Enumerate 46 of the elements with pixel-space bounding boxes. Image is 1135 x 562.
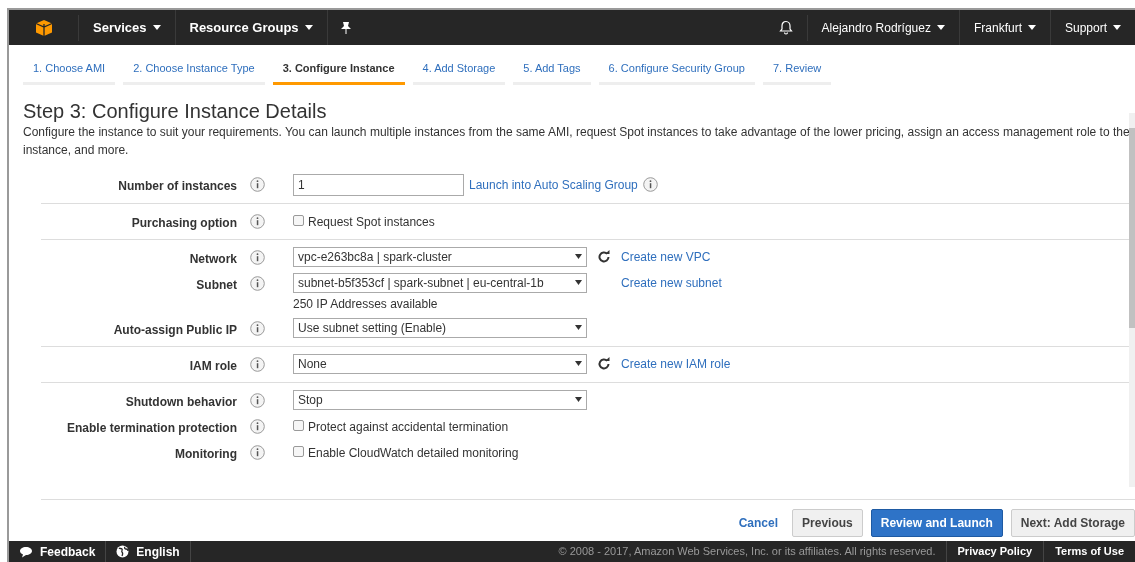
nav-menu[interactable]: Services <box>79 10 176 45</box>
step-tab[interactable]: 4. Add Storage <box>412 56 506 85</box>
link[interactable]: Create new VPC <box>621 247 711 266</box>
step-tab[interactable]: 5. Add Tags <box>513 56 591 85</box>
select-dropdown[interactable]: Use subnet setting (Enable) <box>293 317 587 338</box>
checkbox-label: Request Spot instances <box>308 213 435 231</box>
page-heading: Step 3: Configure Instance Details <box>23 98 328 123</box>
select-dropdown[interactable]: vpc-e263bc8a | spark-cluster <box>293 246 587 267</box>
text-input[interactable]: 1 <box>293 173 464 196</box>
action-button[interactable]: Previous <box>792 508 863 537</box>
link[interactable]: Launch into Auto Scaling Group <box>469 175 638 194</box>
step-tab[interactable]: 2. Choose Instance Type <box>123 56 265 85</box>
step-tab[interactable]: 7. Review <box>762 56 832 85</box>
checkbox-label: Protect against accidental termination <box>308 418 509 436</box>
checkbox-label: Enable CloudWatch detailed monitoring <box>308 444 519 462</box>
nav-menu[interactable]: Alejandro Rodríguez <box>807 10 960 45</box>
field-label: Auto-assign Public IP <box>112 321 237 339</box>
availability-note: 250 IP Addresses available <box>293 295 439 313</box>
field-label: Monitoring <box>174 445 237 463</box>
footer-button[interactable]: English <box>106 541 191 562</box>
cancel-link[interactable]: Cancel <box>732 508 785 537</box>
link[interactable]: Create new subnet <box>621 273 722 292</box>
select-dropdown[interactable]: None <box>293 353 587 374</box>
select-dropdown[interactable]: subnet-b5f353cf | spark-subnet | eu-central-1b <box>293 272 587 293</box>
link[interactable]: Create new IAM role <box>621 354 731 373</box>
description-text: Configure the instance to suit your requirements. You can launch multiple instances from the same AMI, request Spot instances to take advantage of the lower pricing, assign an access management role to the instance, and more. <box>23 123 1131 159</box>
select-dropdown[interactable]: Stop <box>293 389 587 410</box>
field-label: Network <box>188 250 237 268</box>
action-button[interactable]: Review and Launch <box>870 508 1003 537</box>
copyright-text: © 2008 - 2017, Amazon Web Services, Inc. or its affiliates. All rights reserved. <box>558 544 937 560</box>
field-label: Number of instances <box>117 177 237 195</box>
footer-link[interactable]: Privacy Policy <box>945 541 1044 562</box>
nav-menu[interactable]: Frankfurt <box>959 10 1051 45</box>
footer-button[interactable]: Feedback <box>9 541 107 562</box>
nav-menu[interactable]: Support <box>1050 10 1135 45</box>
step-tab[interactable]: 6. Configure Security Group <box>598 56 755 85</box>
action-button[interactable]: Next: Add Storage <box>1010 508 1135 537</box>
field-label: Shutdown behavior <box>124 393 237 411</box>
field-label: IAM role <box>188 357 237 375</box>
step-tab[interactable]: 1. Choose AMI <box>23 56 116 85</box>
field-label: Purchasing option <box>130 214 237 232</box>
footer-link[interactable]: Terms of Use <box>1043 541 1135 562</box>
nav-menu[interactable]: Resource Groups <box>175 10 328 45</box>
step-tab[interactable]: 3. Configure Instance <box>272 56 405 85</box>
field-label: Enable termination protection <box>66 419 237 437</box>
field-label: Subnet <box>195 276 237 294</box>
